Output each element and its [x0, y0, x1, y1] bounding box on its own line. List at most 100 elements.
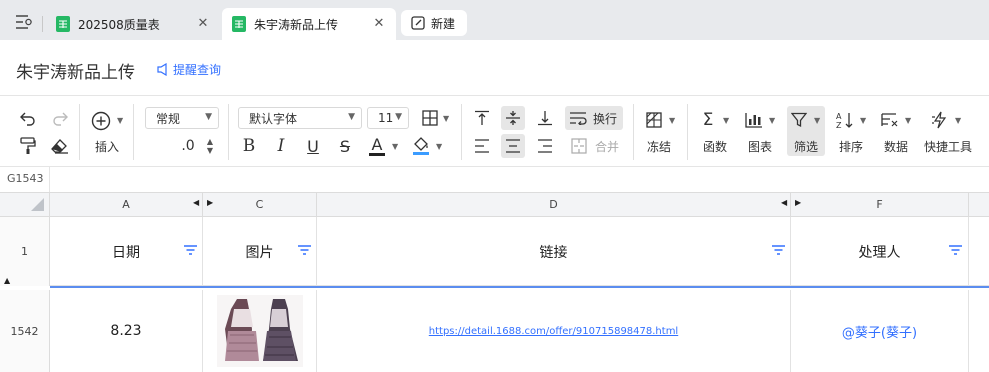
column-header-c[interactable]: C: [203, 192, 317, 217]
toolbar-divider: [461, 104, 462, 160]
chevron-down-icon[interactable]: ▼: [905, 116, 911, 125]
decimal-stepper[interactable]: ▲ ▼: [204, 136, 216, 156]
column-filter-icon[interactable]: [772, 245, 785, 257]
chevron-down-icon[interactable]: ▼: [860, 116, 866, 125]
merge-button[interactable]: 合并: [571, 136, 623, 156]
handler-mention[interactable]: @葵子(葵子): [842, 322, 917, 341]
align-center-icon[interactable]: [503, 136, 523, 156]
align-bottom-icon[interactable]: [535, 108, 555, 128]
wrap-label: 换行: [593, 111, 618, 126]
select-all-corner[interactable]: [0, 192, 50, 217]
column-header-d[interactable]: D: [317, 192, 791, 217]
tab-label: 朱宇涛新品上传: [254, 17, 339, 32]
quick-tools-label[interactable]: 快捷工具: [920, 138, 976, 155]
caret-up-icon[interactable]: ▲: [207, 137, 213, 146]
filter-label[interactable]: 筛选: [787, 138, 825, 155]
font-color-icon[interactable]: A: [367, 134, 387, 158]
chevron-down-icon[interactable]: ▼: [814, 116, 820, 125]
sum-icon[interactable]: Σ: [699, 110, 717, 130]
date-value: 8.23: [110, 323, 142, 339]
hidden-column-left-icon[interactable]: ◀: [193, 198, 199, 207]
hidden-column-left-icon[interactable]: ◀: [781, 198, 787, 207]
align-top-icon[interactable]: [472, 108, 492, 128]
new-tab-label: 新建: [431, 16, 456, 31]
chevron-down-icon: ▼: [348, 112, 355, 122]
row-number[interactable]: 1542: [0, 290, 50, 372]
name-box[interactable]: G1543: [7, 172, 44, 185]
freeze-label[interactable]: 冻结: [640, 138, 678, 155]
plus-circle-icon[interactable]: [90, 110, 112, 132]
document-title[interactable]: 朱宇涛新品上传: [16, 58, 135, 83]
chart-label[interactable]: 图表: [741, 138, 779, 155]
hidden-column-right-icon[interactable]: ▶: [207, 198, 213, 207]
product-link[interactable]: https://detail.1688.com/offer/9107158984…: [429, 326, 678, 337]
tab-label: 202508质量表: [78, 17, 160, 32]
header-cell-link[interactable]: 链接: [317, 217, 791, 286]
hidden-column-right-icon[interactable]: ▶: [795, 198, 801, 207]
chevron-down-icon[interactable]: ▼: [443, 114, 449, 123]
data-icon[interactable]: [880, 110, 900, 130]
font-size-select[interactable]: 11 ▼: [367, 107, 409, 129]
close-icon[interactable]: ✕: [196, 16, 210, 31]
handler-cell[interactable]: @葵子(葵子): [791, 290, 969, 372]
font-family-select[interactable]: 默认字体 ▼: [238, 107, 362, 129]
chevron-down-icon[interactable]: ▼: [117, 116, 123, 125]
toolbar-top-border: [0, 95, 989, 96]
column-filter-icon[interactable]: [298, 245, 311, 257]
underline-icon[interactable]: U: [304, 136, 322, 156]
header-text: 链接: [539, 244, 568, 261]
tab-new-product-upload[interactable]: 朱宇涛新品上传 ✕: [222, 8, 396, 40]
close-icon[interactable]: ✕: [372, 16, 386, 31]
remind-label: 提醒查询: [173, 63, 222, 77]
column-header-f[interactable]: F: [791, 192, 969, 217]
align-right-icon[interactable]: [535, 136, 555, 156]
freeze-divider[interactable]: [50, 286, 989, 288]
freeze-icon[interactable]: [644, 110, 664, 130]
decimal-display: .0: [181, 138, 195, 154]
chevron-down-icon[interactable]: ▼: [392, 142, 398, 151]
eraser-icon[interactable]: [50, 136, 70, 156]
column-header-a[interactable]: A: [50, 192, 203, 217]
number-format-select[interactable]: 常规 ▼: [145, 107, 219, 129]
menu-icon[interactable]: [14, 14, 34, 30]
chevron-down-icon[interactable]: ▼: [436, 142, 442, 151]
product-image[interactable]: [216, 295, 303, 367]
undo-icon[interactable]: [18, 108, 38, 128]
quick-tools-icon[interactable]: [930, 110, 950, 130]
sort-label[interactable]: 排序: [832, 138, 870, 155]
new-tab-button[interactable]: 新建: [401, 10, 467, 36]
link-cell[interactable]: https://detail.1688.com/offer/9107158984…: [317, 290, 791, 372]
border-icon[interactable]: [420, 108, 440, 128]
chevron-down-icon[interactable]: ▼: [723, 116, 729, 125]
fill-color-icon[interactable]: [411, 134, 431, 158]
format-painter-icon[interactable]: [18, 136, 38, 156]
sort-icon[interactable]: AZ: [835, 110, 855, 130]
redo-icon[interactable]: [50, 108, 70, 128]
function-label[interactable]: 函数: [696, 138, 734, 155]
chevron-down-icon[interactable]: ▼: [669, 116, 675, 125]
caret-down-icon[interactable]: ▼: [207, 146, 213, 155]
data-label[interactable]: 数据: [877, 138, 915, 155]
bold-icon[interactable]: B: [240, 136, 258, 156]
image-cell[interactable]: [203, 290, 317, 372]
header-cell-handler[interactable]: 处理人: [791, 217, 969, 286]
chevron-down-icon[interactable]: ▼: [769, 116, 775, 125]
sheet-icon: [56, 16, 70, 32]
column-filter-icon[interactable]: [184, 245, 197, 257]
date-cell[interactable]: 8.23: [50, 290, 203, 372]
strikethrough-icon[interactable]: S: [336, 136, 354, 156]
italic-icon[interactable]: I: [272, 136, 290, 156]
column-filter-icon[interactable]: [949, 245, 962, 257]
align-left-icon[interactable]: [472, 136, 492, 156]
tab-quality-sheet[interactable]: 202508质量表 ✕: [46, 8, 220, 40]
font-size-value: 11: [378, 111, 394, 125]
wrap-button[interactable]: 换行: [569, 108, 623, 128]
align-middle-icon[interactable]: [503, 108, 523, 128]
remind-query-button[interactable]: 提醒查询: [156, 61, 221, 78]
header-cell-date[interactable]: 日期: [50, 217, 203, 286]
filter-icon[interactable]: [790, 110, 808, 130]
insert-label[interactable]: 插入: [88, 138, 126, 155]
row-resize-icon[interactable]: ▲: [4, 276, 10, 285]
chevron-down-icon[interactable]: ▼: [955, 116, 961, 125]
chart-icon[interactable]: [744, 110, 764, 130]
